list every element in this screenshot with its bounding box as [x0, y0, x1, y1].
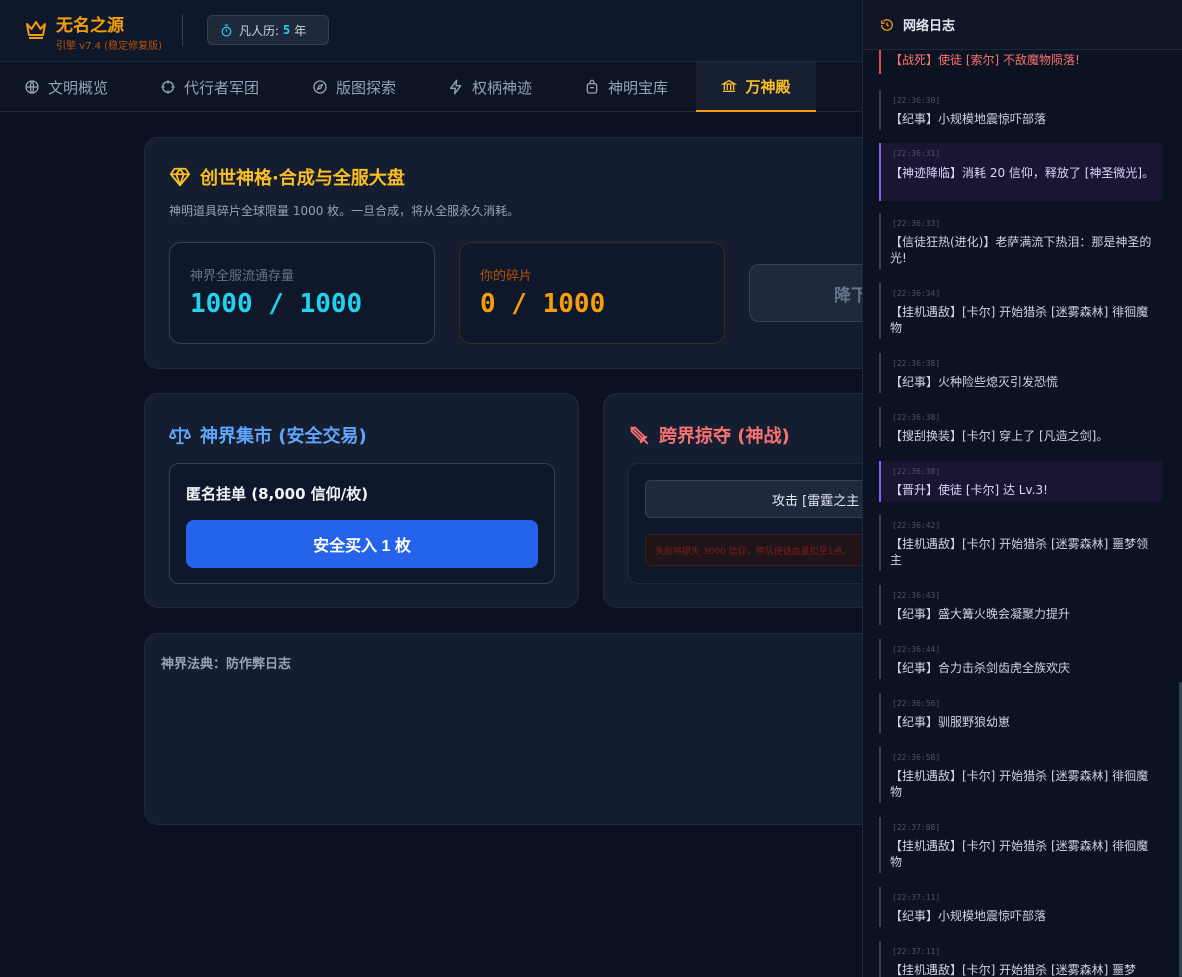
anticheat-log-card: 神界法典：防作弊日志	[144, 633, 884, 825]
tab-civilization[interactable]: 文明概览	[24, 62, 108, 112]
anticheat-log-title: 神界法典：防作弊日志	[161, 657, 292, 672]
attack-button[interactable]: 攻击 [雷霆之主	[645, 480, 892, 518]
tab-label: 神明宝库	[608, 78, 669, 97]
raid-warning: 失败将损失 3000 信仰，带队使徒血量扣至1点。	[645, 534, 892, 566]
log-entry: [22:36:31] 【神迹降临】消耗 20 信仰，释放了 [神圣微光]。	[879, 143, 1162, 201]
circulation-value: 1000 / 1000	[190, 289, 363, 319]
app-title: 无名之源	[56, 16, 124, 36]
divinity-description: 神明道具碎片全球限量 1000 枚。一旦合成，将从全服永久消耗。	[169, 204, 520, 218]
log-entry: [22:36:43] 【纪事】盛大篝火晚会凝聚力提升	[879, 585, 1163, 625]
crown-icon	[26, 21, 46, 39]
shards-label: 你的碎片	[480, 269, 533, 284]
log-entry: [22:36:38] 【纪事】火种险些熄灭引发恐慌	[879, 353, 1163, 393]
log-entry: [22:36:44] 【纪事】合力击杀剑齿虎全族欢庆	[879, 639, 1163, 679]
circulation-label: 神界全服流通存量	[190, 269, 295, 284]
log-entry: [22:37:11] 【纪事】小规模地震惊吓部落	[879, 887, 1163, 927]
market-card: 神界集市 (安全交易) 匿名挂单 (8,000 信仰/枚) 安全买入 1 枚	[144, 393, 579, 608]
main-tabs: 文明概览 代行者军团 版图探索 权柄神迹 神明宝库 万神殿	[0, 62, 864, 112]
tab-label: 文明概览	[48, 78, 109, 97]
log-entry: [22:36:56] 【纪事】驯服野狼幼崽	[879, 693, 1163, 733]
raid-panel: 攻击 [雷霆之主 失败将损失 3000 信仰，带队使徒血量扣至1点。	[628, 463, 892, 584]
globe-icon	[25, 80, 39, 94]
year-value: 5	[283, 23, 291, 37]
listing-panel: 匿名挂单 (8,000 信仰/枚) 安全买入 1 枚	[169, 463, 555, 584]
log-entry: [22:36:33] 【信徒狂热(进化)】老萨满流下热泪：那是神圣的光!	[879, 213, 1163, 269]
year-label: 凡人历:	[239, 23, 280, 38]
tab-label: 代行者军团	[184, 78, 260, 97]
year-unit: 年	[294, 23, 307, 38]
tab-label: 版图探索	[336, 78, 397, 97]
tab-explore[interactable]: 版图探索	[312, 62, 396, 112]
log-entry: [22:37:08] 【挂机遇敌】[卡尔] 开始猎杀 [迷雾森林] 徘徊魔物	[879, 817, 1163, 873]
raid-card: 跨界掠夺 (神战) 攻击 [雷霆之主 失败将损失 3000 信仰，带队使徒血量扣…	[603, 393, 893, 608]
tab-label: 万神殿	[745, 77, 791, 96]
compass-icon	[313, 80, 327, 94]
tab-treasury[interactable]: 神明宝库	[584, 62, 668, 112]
buy-button[interactable]: 安全买入 1 枚	[186, 520, 538, 568]
listing-label: 匿名挂单 (8,000 信仰/枚)	[186, 485, 369, 503]
log-entry: [22:36:38] 【搜刮换装】[卡尔] 穿上了 [凡造之剑]。	[879, 407, 1163, 447]
log-entry: [22:36:30] 【纪事】小规模地震惊吓部落	[879, 90, 1163, 130]
log-header: 网络日志	[863, 0, 1182, 50]
sword-icon	[630, 426, 649, 445]
history-icon	[881, 18, 893, 31]
temple-icon	[721, 79, 738, 92]
log-entry: [22:36:42] 【挂机遇敌】[卡尔] 开始猎杀 [迷雾森林] 噩梦领主	[879, 515, 1163, 571]
header-divider	[182, 14, 183, 46]
market-title: 神界集市 (安全交易)	[169, 422, 367, 448]
app-version: 引擎 v7.4 (稳定修复版)	[56, 41, 162, 52]
crosshair-icon	[161, 80, 175, 94]
circulation-box: 神界全服流通存量 1000 / 1000	[169, 242, 435, 344]
diamond-icon	[169, 167, 191, 187]
log-entry: [22:36:38] 【晋升】使徒 [卡尔] 达 Lv.3!	[879, 461, 1162, 502]
log-entry: [22:36:58] 【挂机遇敌】[卡尔] 开始猎杀 [迷雾森林] 徘徊魔物	[879, 747, 1163, 803]
app-header: 无名之源 引擎 v7.4 (稳定修复版) 凡人历: 5 年	[0, 0, 864, 62]
divinity-title: 创世神格·合成与全服大盘	[169, 164, 405, 190]
divinity-card: 创世神格·合成与全服大盘 神明道具碎片全球限量 1000 枚。一旦合成，将从全服…	[144, 137, 884, 369]
tab-label: 权柄神迹	[472, 78, 533, 97]
raid-title: 跨界掠夺 (神战)	[628, 422, 790, 448]
backpack-icon	[586, 79, 598, 94]
shards-value: 0 / 1000	[480, 289, 606, 319]
log-entry: [22:37:11] 【挂机遇敌】[卡尔] 开始猎杀 [迷雾森林] 噩梦	[879, 941, 1163, 977]
tab-miracles[interactable]: 权柄神迹	[448, 62, 532, 112]
tab-legion[interactable]: 代行者军团	[160, 62, 259, 112]
scales-icon	[169, 426, 191, 445]
stopwatch-icon	[221, 23, 232, 37]
log-entry: [22:36:34] 【挂机遇敌】[卡尔] 开始猎杀 [迷雾森林] 徘徊魔物	[879, 283, 1163, 339]
lightning-icon	[450, 79, 462, 95]
network-log-panel: 网络日志 【战死】使徒 [索尔] 不敌魔物陨落! [22:36:30] 【纪事】…	[862, 0, 1182, 977]
tab-pantheon[interactable]: 万神殿	[696, 62, 816, 112]
shards-box: 你的碎片 0 / 1000	[459, 242, 725, 344]
year-badge: 凡人历: 5 年	[207, 15, 329, 45]
